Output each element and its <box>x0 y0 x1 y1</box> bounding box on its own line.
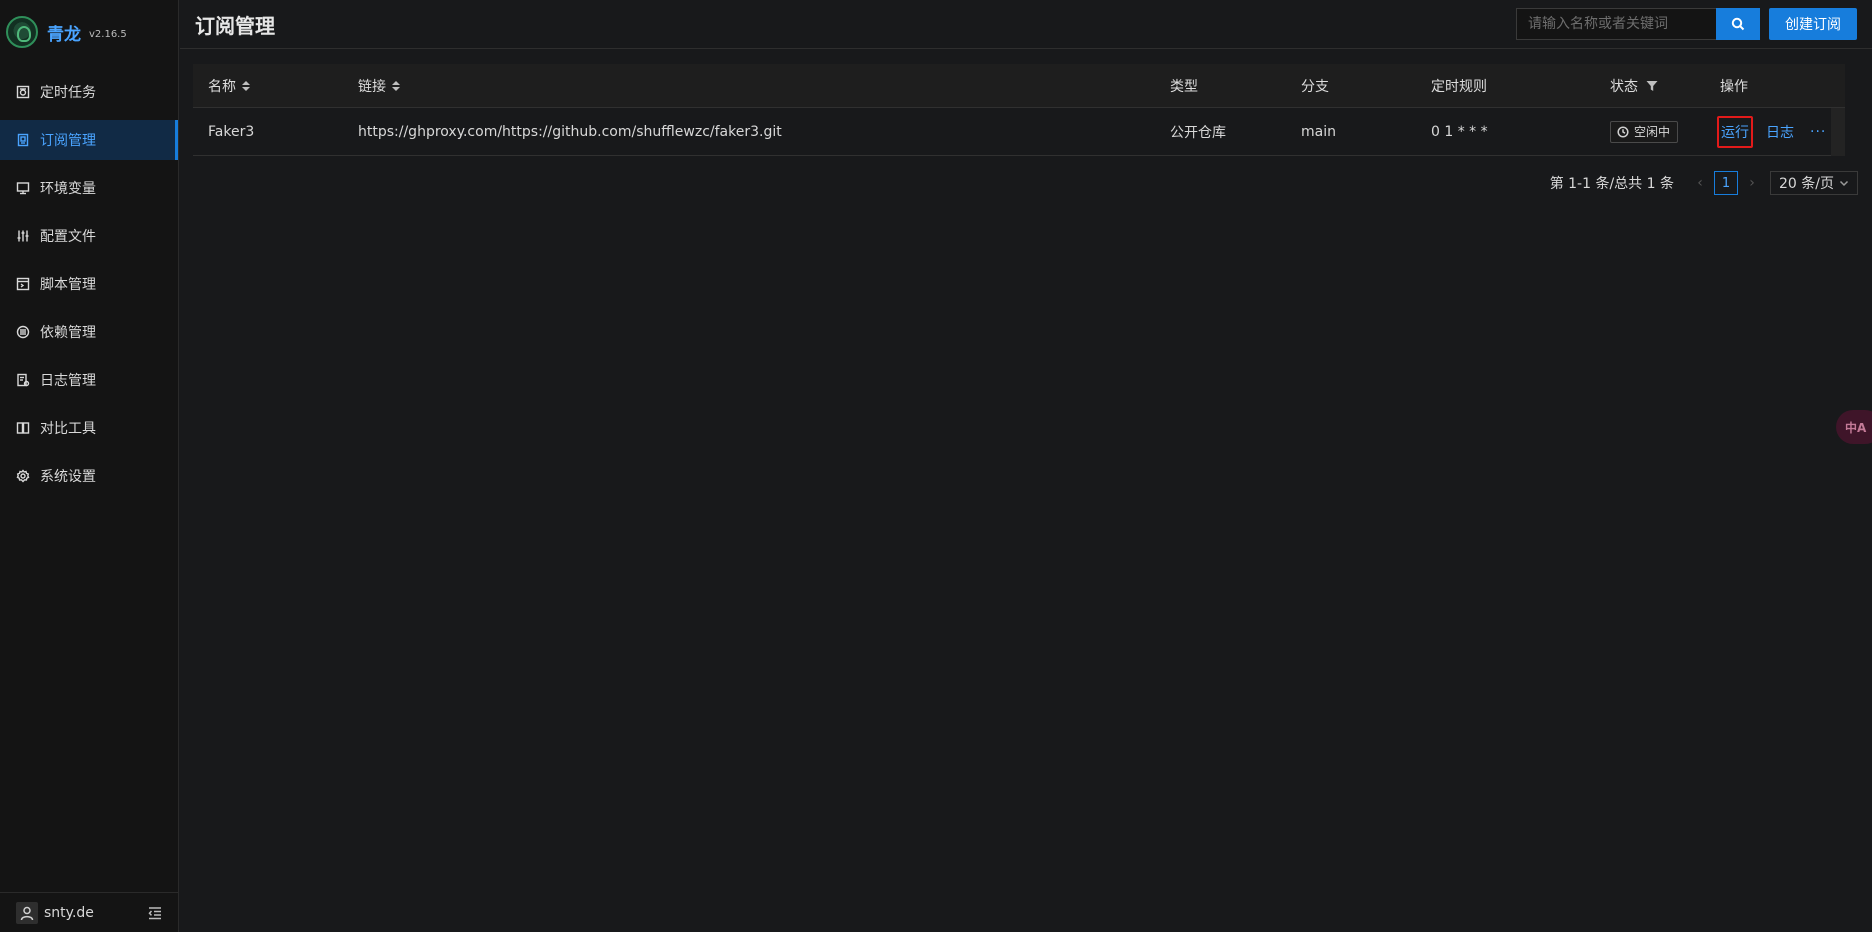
clock-icon <box>1617 125 1629 138</box>
next-page-icon[interactable]: › <box>1740 171 1764 195</box>
cell-actions: 运行 日志 ··· <box>1717 108 1826 155</box>
cell-status: 空闲中 <box>1610 108 1679 155</box>
prev-page-icon[interactable]: ‹ <box>1688 171 1712 195</box>
sidebar-item-settings[interactable]: 系统设置 <box>0 456 178 496</box>
app-name: 青龙 <box>47 24 81 45</box>
page-size-select[interactable]: 20 条/页 <box>1770 171 1858 195</box>
status-badge: 空闲中 <box>1610 120 1679 143</box>
pagination-summary: 第 1-1 条/总共 1 条 <box>1549 176 1674 192</box>
column-header-name[interactable]: 名称 <box>208 64 250 107</box>
user-icon <box>20 906 34 920</box>
create-subscription-button[interactable]: 创建订阅 <box>1769 8 1857 40</box>
page-title: 订阅管理 <box>195 13 275 38</box>
table-header: 名称 链接 类型 分支 定时规则 状态 操作 <box>193 64 1845 108</box>
cell-type: 公开仓库 <box>1170 124 1226 141</box>
column-header-type: 类型 <box>1170 78 1198 95</box>
sidebar-item-label: 定时任务 <box>40 85 96 101</box>
pagination: 第 1-1 条/总共 1 条 ‹ 1 › 20 条/页 <box>1550 171 1858 195</box>
subscription-table: 名称 链接 类型 分支 定时规则 状态 操作 Faker3 https://gh… <box>193 64 1845 156</box>
sidebar-item-logs[interactable]: 日志管理 <box>0 360 178 400</box>
cell-branch: main <box>1301 123 1336 140</box>
search-box <box>1516 8 1760 40</box>
sliders-icon <box>16 229 30 243</box>
search-input[interactable] <box>1516 8 1716 40</box>
sidebar-item-env[interactable]: 环境变量 <box>0 168 178 208</box>
database-icon <box>16 325 30 339</box>
sidebar-item-label: 依赖管理 <box>40 325 96 341</box>
translate-button[interactable]: 中A <box>1836 410 1872 444</box>
cell-url: https://ghproxy.com/https://github.com/s… <box>358 123 782 140</box>
more-icon[interactable]: ··· <box>1810 124 1826 140</box>
sort-icon[interactable] <box>242 80 250 91</box>
sidebar-item-crontab[interactable]: 定时任务 <box>0 72 178 112</box>
script-icon <box>16 277 30 291</box>
sidebar-item-label: 订阅管理 <box>40 133 96 149</box>
diff-icon <box>16 421 30 435</box>
translate-icon: 中A <box>1845 420 1867 435</box>
search-icon <box>1731 17 1745 31</box>
user-footer[interactable]: snty.de <box>0 892 179 932</box>
sidebar-item-diff[interactable]: 对比工具 <box>0 408 178 448</box>
table-scrollbar[interactable] <box>1831 108 1845 156</box>
run-button[interactable]: 运行 <box>1717 115 1753 148</box>
sidebar-menu: 定时任务 订阅管理 环境变量 配置文件 脚本管理 依赖管理 日志管理 对比工具 … <box>0 72 178 496</box>
qinglong-logo-icon <box>6 16 38 48</box>
search-button[interactable] <box>1716 8 1760 40</box>
page-number[interactable]: 1 <box>1714 171 1738 195</box>
sidebar-item-label: 环境变量 <box>40 181 96 197</box>
chevron-down-icon <box>1839 180 1849 187</box>
sidebar-item-label: 日志管理 <box>40 373 96 389</box>
log-button[interactable]: 日志 <box>1766 122 1794 142</box>
cell-schedule: 0 1 * * * <box>1431 123 1488 140</box>
column-header-schedule: 定时规则 <box>1431 78 1487 95</box>
monitor-icon <box>16 181 30 195</box>
sidebar-item-label: 配置文件 <box>40 229 96 245</box>
page-header: 订阅管理 创建订阅 <box>180 0 1872 49</box>
sidebar: 青龙 v2.16.5 定时任务 订阅管理 环境变量 配置文件 脚本管理 依赖管理… <box>0 0 179 932</box>
sidebar-item-scripts[interactable]: 脚本管理 <box>0 264 178 304</box>
gear-icon <box>16 469 30 483</box>
column-header-branch: 分支 <box>1301 78 1329 95</box>
menu-collapse-icon[interactable] <box>147 905 163 921</box>
schedule-icon <box>16 85 30 99</box>
sidebar-item-dependencies[interactable]: 依赖管理 <box>0 312 178 352</box>
subscription-icon <box>16 133 30 147</box>
sort-icon[interactable] <box>392 80 400 91</box>
table-row: Faker3 https://ghproxy.com/https://githu… <box>193 108 1845 156</box>
app-version: v2.16.5 <box>89 28 127 40</box>
sidebar-item-label: 系统设置 <box>40 469 96 485</box>
avatar[interactable] <box>16 901 38 924</box>
brand[interactable]: 青龙 v2.16.5 <box>0 0 178 64</box>
sidebar-item-label: 对比工具 <box>40 421 96 437</box>
column-header-actions: 操作 <box>1720 78 1748 95</box>
log-file-icon <box>16 373 30 387</box>
filter-icon[interactable] <box>1646 80 1658 92</box>
sidebar-item-subscription[interactable]: 订阅管理 <box>0 120 178 160</box>
username[interactable]: snty.de <box>44 905 94 921</box>
column-header-url[interactable]: 链接 <box>358 64 400 107</box>
sidebar-item-config[interactable]: 配置文件 <box>0 216 178 256</box>
column-header-status[interactable]: 状态 <box>1610 64 1658 107</box>
cell-name: Faker3 <box>208 123 255 140</box>
sidebar-item-label: 脚本管理 <box>40 277 96 293</box>
